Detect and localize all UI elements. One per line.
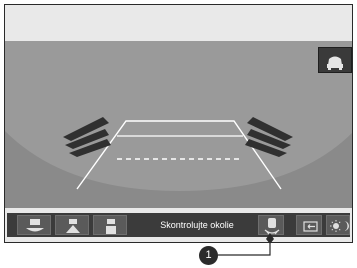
manual-figure: Skontrolujte okolie 1 (0, 0, 357, 268)
callout-leader (218, 233, 274, 256)
callout-number: 1 (199, 246, 218, 265)
